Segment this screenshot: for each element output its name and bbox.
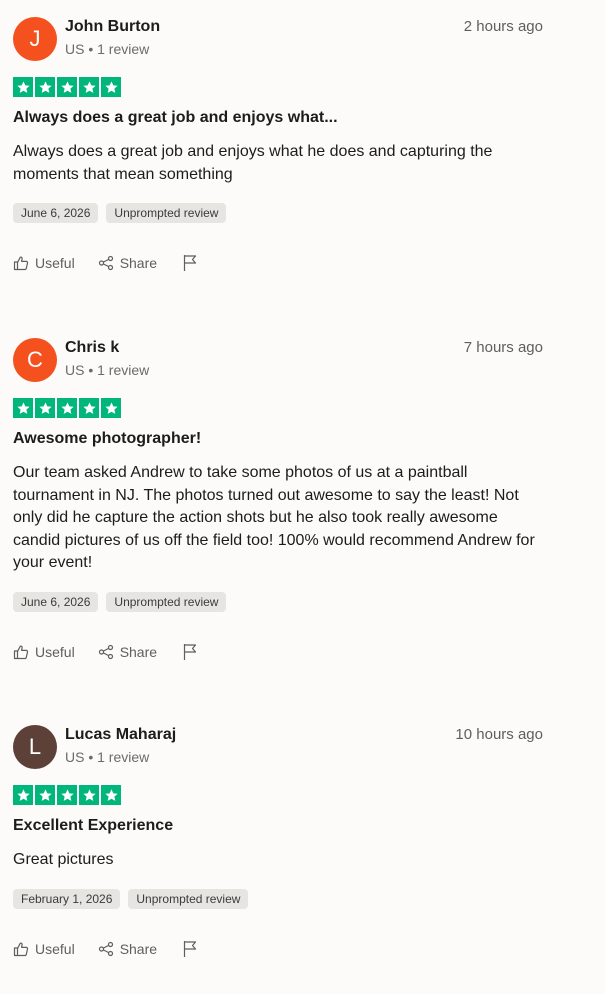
avatar[interactable]: J (13, 17, 57, 61)
date-badge: June 6, 2026 (13, 591, 99, 612)
reviews-list: J John Burton US • 1 review 2 hours ago … (0, 0, 605, 994)
review-header: C Chris k US • 1 review 7 hours ago (13, 338, 543, 386)
share-button[interactable]: Share (98, 940, 157, 958)
star-rating (13, 785, 543, 805)
unprompted-badge[interactable]: Unprompted review (106, 591, 227, 612)
date-badge: June 6, 2026 (13, 203, 99, 223)
review-tags: February 1, 2026 Unprompted review (13, 888, 543, 909)
share-icon (98, 644, 114, 660)
date-badge: February 1, 2026 (13, 888, 121, 909)
review-actions: Useful Share (13, 253, 543, 273)
thumbs-up-icon (13, 644, 29, 660)
share-label: Share (119, 255, 158, 271)
share-button[interactable]: Share (98, 643, 157, 661)
review-actions: Useful Share (13, 939, 543, 959)
review-title[interactable]: Always does a great job and enjoys what.… (13, 107, 543, 129)
reviewer-meta: US • 1 review (65, 749, 150, 765)
star-icon (35, 785, 55, 805)
report-button[interactable] (182, 940, 198, 958)
flag-icon (182, 643, 198, 661)
avatar[interactable]: L (13, 725, 57, 769)
useful-label: Useful (35, 255, 75, 271)
share-label: Share (119, 643, 158, 660)
useful-label: Useful (35, 940, 75, 957)
thumbs-up-icon (13, 941, 29, 957)
reviewer-meta: US • 1 review (65, 362, 150, 378)
unprompted-badge[interactable]: Unprompted review (128, 888, 249, 909)
star-icon (79, 785, 99, 805)
star-icon (35, 77, 55, 97)
review-header: L Lucas Maharaj US • 1 review 10 hours a… (13, 725, 543, 773)
star-icon (35, 398, 55, 418)
star-icon (13, 398, 33, 418)
unprompted-badge[interactable]: Unprompted review (106, 203, 227, 223)
review-title[interactable]: Excellent Experience (13, 815, 543, 837)
useful-label: Useful (35, 643, 75, 660)
report-button[interactable] (182, 643, 198, 661)
share-icon (98, 941, 114, 957)
star-rating (13, 77, 543, 97)
reviewer-name[interactable]: Lucas Maharaj (65, 725, 176, 745)
star-rating (13, 398, 543, 418)
share-icon (98, 255, 114, 271)
review-body: Always does a great job and enjoys what … (13, 143, 493, 183)
review-time: 10 hours ago (455, 726, 543, 743)
review-actions: Useful Share (13, 642, 543, 662)
star-icon (13, 785, 33, 805)
review-title[interactable]: Awesome photographer! (13, 428, 543, 450)
star-icon (57, 398, 77, 418)
useful-button[interactable]: Useful (13, 643, 75, 661)
review-tags: June 6, 2026 Unprompted review (13, 203, 543, 223)
reviewer-name[interactable]: Chris k (65, 338, 119, 358)
star-icon (101, 785, 121, 805)
review-time: 2 hours ago (463, 18, 543, 35)
report-button[interactable] (182, 254, 198, 272)
star-icon (101, 77, 121, 97)
review-card: J John Burton US • 1 review 2 hours ago … (13, 17, 543, 273)
star-icon (57, 77, 77, 97)
share-button[interactable]: Share (98, 254, 157, 272)
star-icon (13, 77, 33, 97)
star-icon (57, 785, 77, 805)
thumbs-up-icon (13, 255, 29, 271)
reviewer-meta: US • 1 review (65, 41, 150, 57)
useful-button[interactable]: Useful (13, 940, 75, 958)
avatar[interactable]: C (13, 338, 57, 382)
review-body: Our team asked Andrew to take some photo… (13, 464, 535, 571)
review-body: Great pictures (13, 851, 114, 868)
flag-icon (182, 940, 198, 958)
star-icon (79, 398, 99, 418)
flag-icon (182, 254, 198, 272)
useful-button[interactable]: Useful (13, 254, 75, 272)
review-card: C Chris k US • 1 review 7 hours ago Awes… (13, 338, 543, 662)
review-tags: June 6, 2026 Unprompted review (13, 591, 543, 612)
review-time: 7 hours ago (463, 339, 543, 356)
review-header: J John Burton US • 1 review 2 hours ago (13, 17, 543, 65)
star-icon (79, 77, 99, 97)
share-label: Share (119, 940, 158, 957)
review-card: L Lucas Maharaj US • 1 review 10 hours a… (13, 725, 543, 959)
reviewer-name[interactable]: John Burton (65, 17, 160, 37)
star-icon (101, 398, 121, 418)
